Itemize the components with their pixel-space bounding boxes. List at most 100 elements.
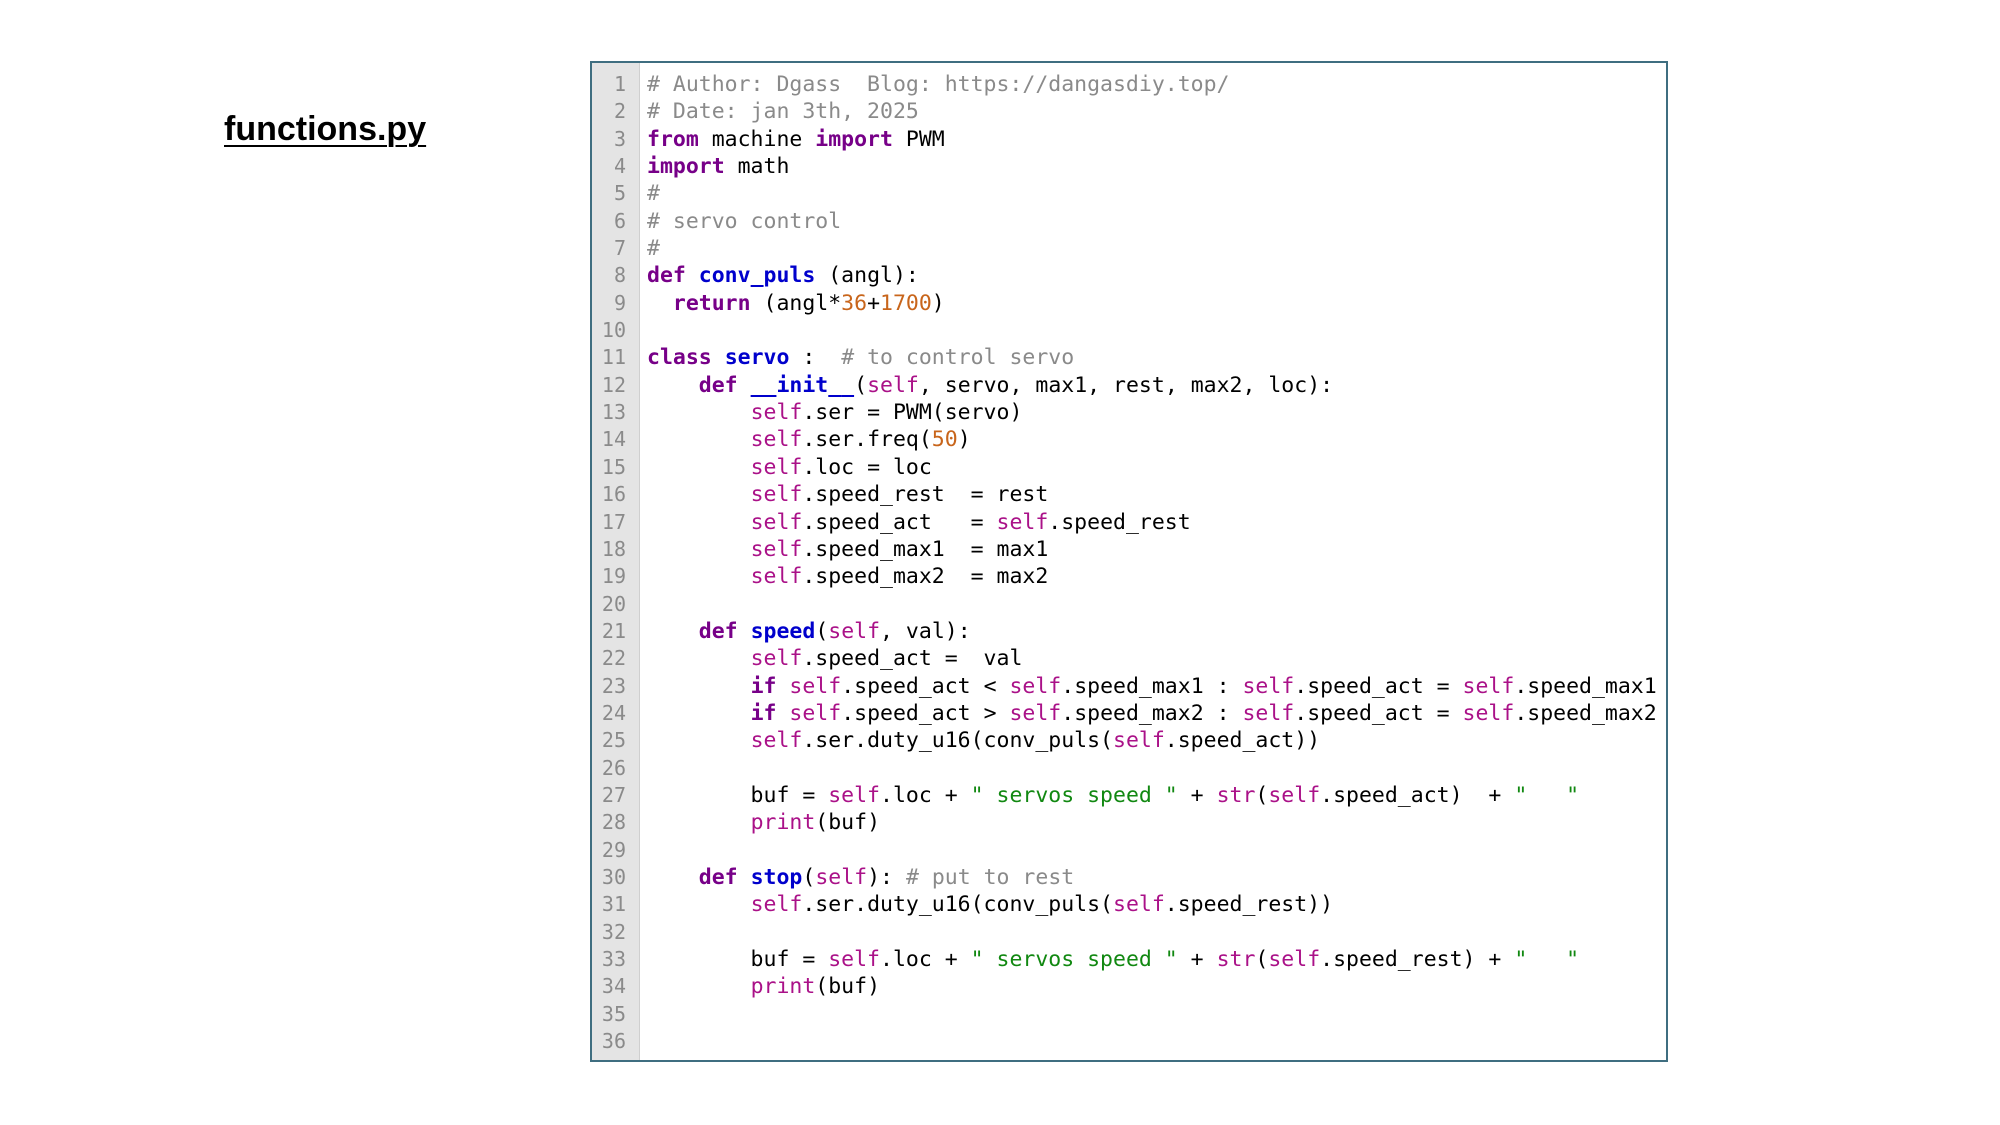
- code-line: 22 self.speed_act = val: [592, 645, 1666, 672]
- line-number: 3: [613, 126, 626, 151]
- code-token: self: [828, 618, 881, 644]
- code-lines: 1 # Author: Dgass Blog: https://dangasdiy…: [592, 71, 1666, 1055]
- code-token: servo: [724, 345, 790, 371]
- line-number: 23: [601, 673, 626, 698]
- code-token: .speed_rest = rest: [802, 482, 1049, 508]
- code-token: .speed_max1 :: [1061, 673, 1243, 699]
- code-token: 50: [931, 427, 958, 453]
- code-token: .ser.freq(: [802, 427, 932, 453]
- code-line: 11 class servo : # to control servo: [592, 344, 1666, 371]
- code-token: print: [750, 810, 816, 836]
- code-token: .speed_max2 :: [1061, 700, 1243, 726]
- code-token: self: [750, 509, 803, 535]
- code-text: self.speed_max1 = max1: [626, 536, 1049, 563]
- code-token: self: [1462, 700, 1515, 726]
- code-token: def: [698, 618, 738, 644]
- code-token: buf =: [647, 947, 829, 972]
- code-token: self: [750, 482, 803, 508]
- line-number: 12: [601, 372, 626, 397]
- code-line: 31 self.ser.duty_u16(conv_puls(self.spee…: [592, 891, 1666, 918]
- code-token: self: [828, 947, 880, 972]
- line-number: 29: [601, 837, 626, 862]
- code-token: .ser = PWM(servo): [802, 400, 1023, 426]
- code-token: import: [815, 126, 893, 152]
- code-text: buf = self.loc + " servos speed " + str(…: [626, 946, 1580, 973]
- code-token: (: [854, 372, 868, 398]
- code-text: self.ser = PWM(servo): [626, 399, 1023, 426]
- code-line: 6 # servo control: [592, 208, 1666, 235]
- code-token: ):: [867, 864, 906, 890]
- code-token: self: [815, 864, 868, 890]
- code-text: # Date: jan 3th, 2025: [626, 98, 919, 125]
- code-token: self: [1462, 673, 1515, 699]
- code-token: .loc +: [880, 782, 971, 808]
- code-token: # put to rest: [905, 864, 1075, 890]
- line-number: 32: [601, 919, 626, 944]
- line-number: 33: [601, 947, 626, 971]
- code-line: 9 return (angl*36+1700): [592, 290, 1666, 317]
- code-token: .speed_rest: [1048, 509, 1191, 535]
- code-token: (: [802, 864, 816, 890]
- line-number: 11: [601, 345, 626, 370]
- code-line: 27 buf = self.loc + " servos speed " + s…: [592, 782, 1666, 809]
- line-number: 25: [601, 728, 626, 753]
- code-text: if self.speed_act > self.speed_max2 : se…: [626, 700, 1657, 727]
- code-token: self: [750, 892, 803, 918]
- line-number: 17: [601, 509, 626, 534]
- code-token: buf =: [647, 782, 829, 808]
- line-number: 21: [601, 618, 626, 643]
- code-token: .speed_act >: [841, 700, 1010, 726]
- code-token: str: [1216, 782, 1256, 808]
- code-line: 18 self.speed_max1 = max1: [592, 536, 1666, 563]
- code-token: # Author: Dgass Blog: https://dangasdiy.…: [647, 72, 1230, 97]
- code-text: self.ser.freq(50): [626, 426, 971, 453]
- code-token: (: [1255, 947, 1269, 972]
- line-number: 31: [601, 892, 626, 917]
- code-text: print(buf): [626, 973, 880, 1000]
- code-text: #: [626, 180, 660, 207]
- code-token: def: [647, 263, 686, 289]
- code-editor-panel: 1 # Author: Dgass Blog: https://dangasdiy…: [590, 61, 1668, 1062]
- line-number: 13: [601, 400, 626, 425]
- code-token: 1700: [880, 290, 932, 316]
- line-number: 18: [601, 536, 626, 561]
- code-line: 14 self.ser.freq(50): [592, 426, 1666, 453]
- code-token: .speed_act <: [841, 673, 1010, 699]
- code-token: self: [750, 564, 803, 590]
- code-token: self: [750, 400, 803, 426]
- code-token: (: [815, 618, 829, 644]
- code-line: 5 #: [592, 180, 1666, 207]
- code-token: self: [1113, 892, 1165, 918]
- code-token: self: [750, 728, 803, 754]
- code-token: , val):: [880, 618, 971, 644]
- code-token: __init__: [750, 372, 855, 398]
- code-text: def speed(self, val):: [626, 618, 971, 645]
- code-token: " ": [1514, 947, 1580, 972]
- code-text: def stop(self): # put to rest: [626, 864, 1074, 891]
- code-text: self.speed_max2 = max2: [626, 563, 1049, 590]
- code-line: 17 self.speed_act = self.speed_rest: [592, 509, 1666, 536]
- code-line: 3 from machine import PWM: [592, 126, 1666, 153]
- code-token: .speed_act =: [802, 509, 997, 535]
- code-token: # Date: jan 3th, 2025: [647, 99, 919, 125]
- code-line: 4 import math: [592, 153, 1666, 180]
- slide: functions.py 1 # Author: Dgass Blog: http…: [0, 0, 2000, 1125]
- code-token: .ser.duty_u16(conv_puls(: [802, 892, 1114, 918]
- code-token: self: [1242, 673, 1295, 699]
- code-token: # servo control: [647, 208, 842, 234]
- code-token: +: [1177, 782, 1217, 808]
